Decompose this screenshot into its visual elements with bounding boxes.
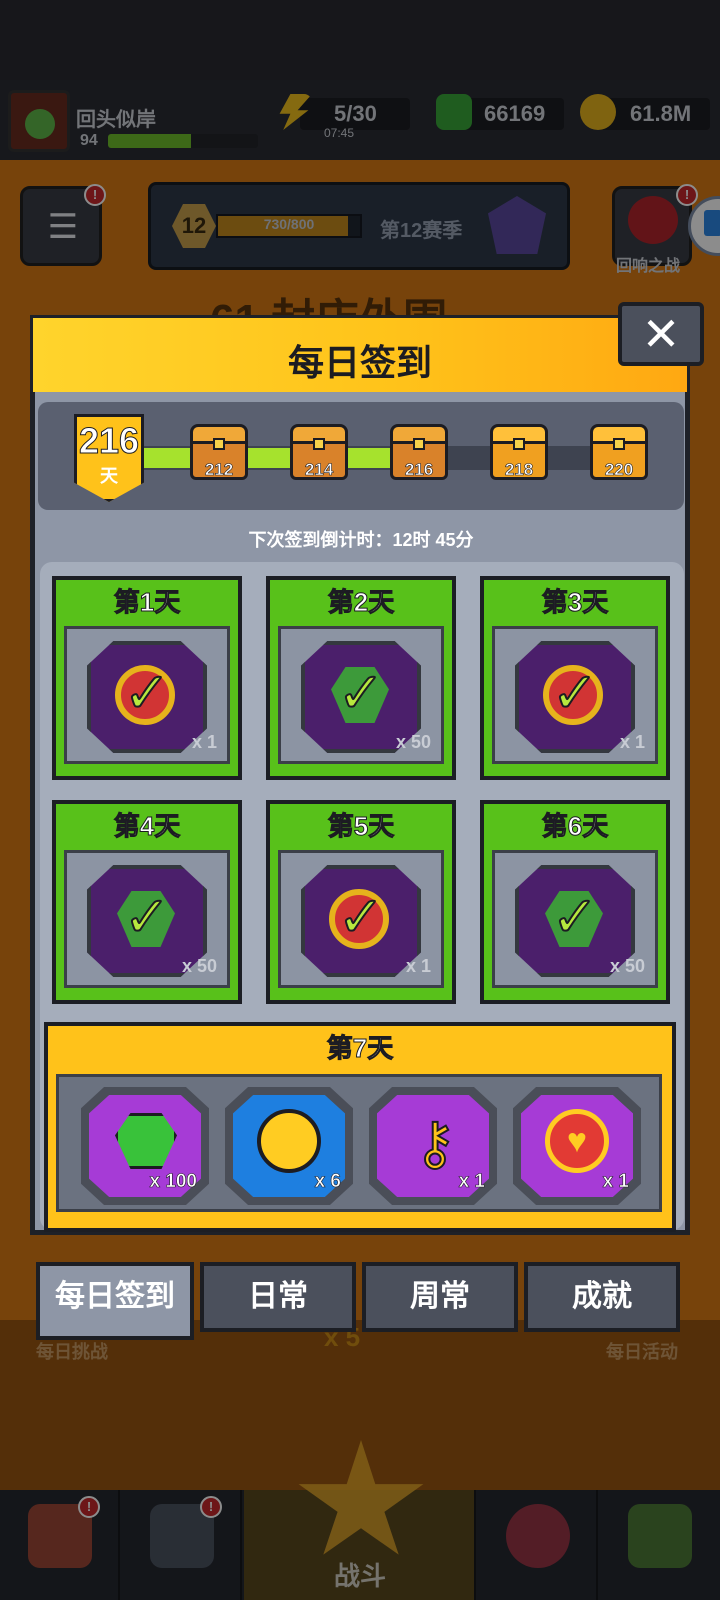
day-card-label: 第4天 [113,811,181,842]
check-icon: ✓ [123,661,172,724]
key-icon: ⚷ [413,1110,457,1177]
reward-quantity: x 6 [314,1171,341,1193]
gold-coin-icon [257,1109,321,1173]
day-card-slot: ✓ x 1 [278,850,444,988]
day-card[interactable]: 第5天 ✓ x 1 [266,800,456,1004]
close-icon: ✕ [641,308,681,360]
bonus-reward: x 100 [81,1087,209,1205]
reward-quantity: x 50 [181,956,217,976]
day-card-slot: ✓ x 50 [278,626,444,764]
milestone-chest[interactable]: 212 [190,424,248,482]
day-card-label: 第3天 [541,587,609,618]
day-card-slot: ✓ x 1 [64,626,230,764]
tab-daily-signin[interactable]: 每日签到 [36,1262,194,1340]
day-card-slot: ✓ x 50 [492,850,658,988]
reward-quantity: x 1 [602,1171,629,1193]
day-card[interactable]: 第4天 ✓ x 50 [52,800,242,1004]
day-card-slot: ✓ x 50 [64,850,230,988]
current-day-number: 216 [78,420,140,462]
chest-lock-icon [213,438,225,450]
reward-quantity: x 1 [619,732,645,752]
chest-lock-icon [313,438,325,450]
reward-quantity: x 50 [609,956,645,976]
milestone-chest[interactable]: 214 [290,424,348,482]
next-signin-countdown: 下次签到倒计时：12时 45分 [248,530,474,550]
bonus-reward: ♥ x 1 [513,1087,641,1205]
tab-weekly[interactable]: 周常 [362,1262,518,1332]
bonus-reward: x 6 [225,1087,353,1205]
check-icon: ✓ [551,661,600,724]
bonus-reward: ⚷ x 1 [369,1087,497,1205]
day-card-label: 第6天 [541,811,609,842]
milestone-chest[interactable]: 216 [390,424,448,482]
milestone-label: 216 [404,460,434,480]
milestone-chest[interactable]: 220 [590,424,648,482]
reward-quantity: x 1 [405,956,431,976]
day-card-slot: ✓ x 1 [492,626,658,764]
milestone-label: 218 [504,460,534,480]
chest-lock-icon [613,438,625,450]
tab-achievements[interactable]: 成就 [524,1262,680,1332]
day-card[interactable]: 第1天 ✓ x 1 [52,576,242,780]
check-icon: ✓ [337,885,386,948]
chest-lock-icon [513,438,525,450]
reward-quantity: x 1 [458,1171,485,1193]
chest-lock-icon [413,438,425,450]
check-icon: ✓ [551,885,600,948]
day-card-label: 第7天 [326,1033,394,1064]
dialog-title: 每日签到 [287,342,432,383]
day-7-bonus-card[interactable]: 第7天 x 100 x 6 ⚷ x 1 ♥ x 1 [44,1022,676,1232]
day-card-label: 第2天 [327,587,395,618]
check-icon: ✓ [337,661,386,724]
day-card[interactable]: 第6天 ✓ x 50 [480,800,670,1004]
day-card[interactable]: 第2天 ✓ x 50 [266,576,456,780]
day-card[interactable]: 第3天 ✓ x 1 [480,576,670,780]
milestone-label: 212 [204,460,234,480]
day-7-rewards: x 100 x 6 ⚷ x 1 ♥ x 1 [56,1074,662,1212]
day-card-label: 第5天 [327,811,395,842]
reward-quantity: x 1 [191,732,217,752]
check-icon: ✓ [123,885,172,948]
reward-quantity: x 100 [149,1171,197,1193]
status-bar-area [0,0,720,80]
heart-coin-icon: ♥ [545,1109,609,1173]
milestone-label: 220 [604,460,634,480]
milestone-chest[interactable]: 218 [490,424,548,482]
day-card-label: 第1天 [113,587,181,618]
reward-quantity: x 50 [395,732,431,752]
tab-daily[interactable]: 日常 [200,1262,356,1332]
current-day-unit: 天 [100,466,118,486]
milestone-label: 214 [304,460,334,480]
